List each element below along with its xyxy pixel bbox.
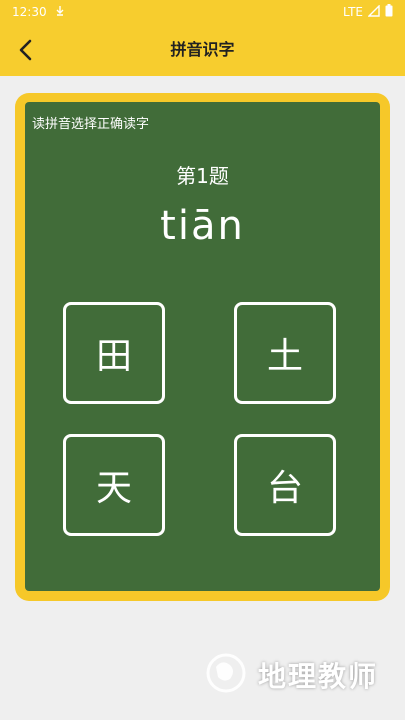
watermark-logo-icon <box>200 649 252 701</box>
back-button[interactable] <box>12 36 40 64</box>
notification-icon <box>55 5 65 20</box>
status-bar: 12:30 LTE <box>0 0 405 24</box>
chalkboard: 读拼音选择正确读字 第1题 tiān 田 土 天 台 <box>25 102 380 591</box>
back-arrow-icon <box>19 39 32 61</box>
instruction-text: 读拼音选择正确读字 <box>32 117 150 132</box>
pinyin-text: tiān <box>160 203 245 249</box>
page-title: 拼音识字 <box>170 40 235 59</box>
app-bar: 拼音识字 <box>0 24 405 76</box>
question-number: 第1题 <box>176 164 229 188</box>
watermark: 地理教师 <box>200 650 378 700</box>
option-3[interactable]: 天 <box>63 434 165 536</box>
network-type: LTE <box>343 5 363 19</box>
board-frame: 读拼音选择正确读字 第1题 tiān 田 土 天 台 <box>15 93 390 601</box>
status-time: 12:30 <box>12 5 47 19</box>
option-4[interactable]: 台 <box>234 434 336 536</box>
battery-icon <box>385 4 393 20</box>
option-2[interactable]: 土 <box>234 302 336 404</box>
option-1[interactable]: 田 <box>63 302 165 404</box>
signal-icon <box>367 3 380 20</box>
watermark-text: 地理教师 <box>258 660 379 693</box>
